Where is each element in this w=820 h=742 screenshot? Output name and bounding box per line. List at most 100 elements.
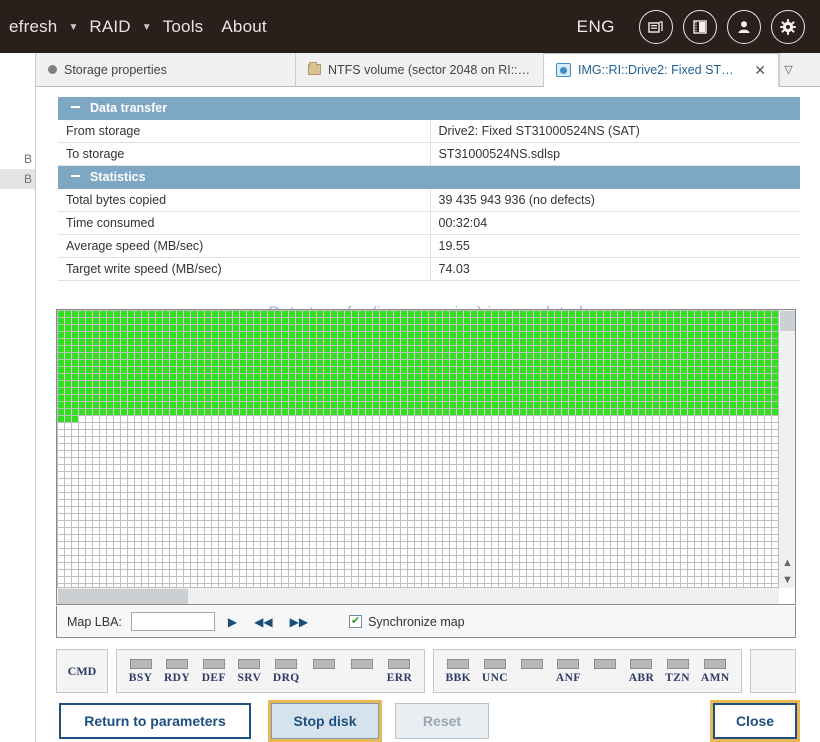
led-label: ABR bbox=[628, 671, 655, 684]
led-label: BSY bbox=[128, 671, 153, 684]
close-button[interactable]: Close bbox=[710, 700, 800, 742]
tab-storage-properties[interactable]: Storage properties bbox=[36, 53, 296, 86]
row-label: From storage bbox=[58, 120, 431, 143]
chevron-down-icon[interactable]: ▽ bbox=[779, 53, 797, 86]
map-row bbox=[58, 318, 779, 324]
led-label: AMN bbox=[700, 671, 730, 684]
led-box-icon bbox=[238, 658, 261, 669]
row-label: Average speed (MB/sec) bbox=[58, 234, 431, 258]
led-group-errors: BBK UNC XXX ANF XXX ABR TZN AMN bbox=[433, 649, 742, 693]
book-icon[interactable] bbox=[683, 9, 717, 44]
action-buttons: Return to parameters Stop disk Reset Clo… bbox=[36, 700, 820, 742]
led-box-icon bbox=[313, 658, 336, 669]
gear-icon[interactable] bbox=[771, 9, 805, 44]
row-label: Total bytes copied bbox=[58, 189, 431, 212]
led-box-icon bbox=[388, 658, 411, 669]
map-row bbox=[58, 388, 779, 394]
map-lba-input[interactable] bbox=[130, 612, 215, 631]
section-header-data-transfer[interactable]: Data transfer bbox=[58, 97, 800, 120]
dot-icon bbox=[48, 65, 57, 74]
led-group-status: BSY RDY DEF SRV DRQ XXX XXX ERR bbox=[116, 649, 425, 693]
user-icon[interactable] bbox=[727, 9, 761, 44]
menu-right-controls: ENG bbox=[577, 9, 820, 44]
table-row: Total bytes copied 39 435 943 936 (no de… bbox=[58, 189, 800, 212]
led-label: SRV bbox=[237, 671, 262, 684]
led-label: RDY bbox=[163, 671, 191, 684]
chevron-down-icon[interactable]: ▼ bbox=[66, 22, 80, 33]
menu-item-about[interactable]: About bbox=[212, 17, 275, 37]
minus-icon[interactable] bbox=[71, 106, 80, 109]
scrollbar-thumb[interactable] bbox=[58, 589, 188, 604]
main-menu-bar: efresh ▼ RAID ▼ Tools About ENG bbox=[0, 0, 820, 53]
section-title: Statistics bbox=[90, 170, 146, 184]
stop-disk-button[interactable]: Stop disk bbox=[268, 700, 382, 742]
led-indicator: TZN bbox=[665, 658, 690, 684]
minus-icon[interactable] bbox=[71, 175, 80, 178]
disk-map[interactable]: ▲ ▼ bbox=[56, 309, 796, 605]
scrollbar-thumb[interactable] bbox=[780, 311, 795, 331]
menu-item-tools[interactable]: Tools bbox=[154, 17, 213, 37]
windows-stack-icon[interactable] bbox=[639, 9, 673, 44]
led-box-icon bbox=[593, 658, 616, 669]
main-content: Data transfer From storage Drive2: Fixed… bbox=[36, 87, 820, 742]
chevron-down-icon[interactable]: ▼ bbox=[140, 22, 154, 33]
map-row bbox=[58, 367, 779, 373]
map-row bbox=[58, 402, 779, 408]
led-group-spare bbox=[750, 649, 796, 693]
image-disk-icon bbox=[556, 63, 571, 77]
led-indicator: XXX bbox=[592, 658, 618, 684]
section-title: Data transfer bbox=[90, 101, 168, 115]
close-icon[interactable]: ✕ bbox=[746, 62, 766, 79]
table-row: Time consumed 00:32:04 bbox=[58, 211, 800, 235]
status-led-panels: CMD BSY RDY DEF SRV DRQ XXX XXX ERR BBK UNC XXX AN… bbox=[56, 649, 796, 693]
table-row: Average speed (MB/sec) 19.55 bbox=[58, 234, 800, 258]
map-row bbox=[58, 381, 779, 387]
map-row bbox=[58, 409, 779, 415]
checkbox-check-icon[interactable]: ✔ bbox=[349, 615, 363, 628]
play-icon[interactable]: ▶ bbox=[224, 616, 241, 628]
map-vertical-scrollbar[interactable]: ▲ ▼ bbox=[778, 310, 795, 588]
map-lba-controls: Map LBA: ▶ ◀◀ ▶▶ ✔ Synchronize map bbox=[56, 606, 796, 638]
list-item[interactable]: B bbox=[0, 169, 35, 189]
led-indicator: SRV bbox=[237, 658, 262, 684]
led-box-icon bbox=[166, 658, 189, 669]
rewind-icon[interactable]: ◀◀ bbox=[250, 616, 276, 628]
map-grid[interactable] bbox=[57, 310, 779, 588]
led-box-icon bbox=[202, 658, 225, 669]
transfer-info-table: Data transfer From storage Drive2: Fixed… bbox=[58, 97, 800, 281]
led-label: BBK bbox=[445, 671, 471, 684]
language-indicator[interactable]: ENG bbox=[577, 17, 615, 37]
list-item[interactable]: B bbox=[0, 149, 35, 169]
led-label: DEF bbox=[201, 671, 226, 684]
return-to-parameters-button[interactable]: Return to parameters bbox=[59, 703, 251, 739]
row-label: To storage bbox=[58, 142, 431, 166]
menu-item-raid[interactable]: RAID bbox=[80, 17, 139, 37]
led-indicator: RDY bbox=[163, 658, 191, 684]
tab-img-drive2[interactable]: IMG::RI::Drive2: Fixed ST31000524... ✕ bbox=[544, 53, 779, 87]
led-box-icon bbox=[129, 658, 152, 669]
map-horizontal-scrollbar[interactable] bbox=[57, 587, 779, 604]
application-window: efresh ▼ RAID ▼ Tools About ENG B B Stor… bbox=[0, 0, 820, 742]
section-header-statistics[interactable]: Statistics bbox=[58, 165, 800, 189]
tab-label: Storage properties bbox=[64, 62, 167, 77]
map-row bbox=[58, 374, 779, 380]
map-row bbox=[58, 395, 779, 401]
chevron-up-icon[interactable]: ▲ bbox=[779, 554, 795, 571]
row-label: Time consumed bbox=[58, 211, 431, 235]
synchronize-map-checkbox[interactable]: ✔ Synchronize map bbox=[349, 615, 465, 629]
left-tree-panel[interactable]: B B bbox=[0, 53, 36, 742]
led-indicator: ABR bbox=[628, 658, 655, 684]
row-value: 74.03 bbox=[430, 257, 800, 281]
led-indicator: BSY bbox=[128, 658, 153, 684]
led-indicator: BBK bbox=[445, 658, 471, 684]
tab-ntfs-volume[interactable]: NTFS volume (sector 2048 on RI::Drive2:.… bbox=[296, 53, 544, 86]
row-value: 19.55 bbox=[430, 234, 800, 258]
map-row bbox=[58, 339, 779, 345]
led-box-icon bbox=[483, 658, 506, 669]
menu-item-refresh[interactable]: efresh bbox=[0, 17, 66, 37]
table-row: From storage Drive2: Fixed ST31000524NS … bbox=[58, 120, 800, 143]
synchronize-map-label: Synchronize map bbox=[368, 614, 465, 629]
led-indicator: XXX bbox=[349, 658, 375, 684]
fast-forward-icon[interactable]: ▶▶ bbox=[286, 616, 312, 628]
chevron-down-icon[interactable]: ▼ bbox=[779, 571, 795, 588]
